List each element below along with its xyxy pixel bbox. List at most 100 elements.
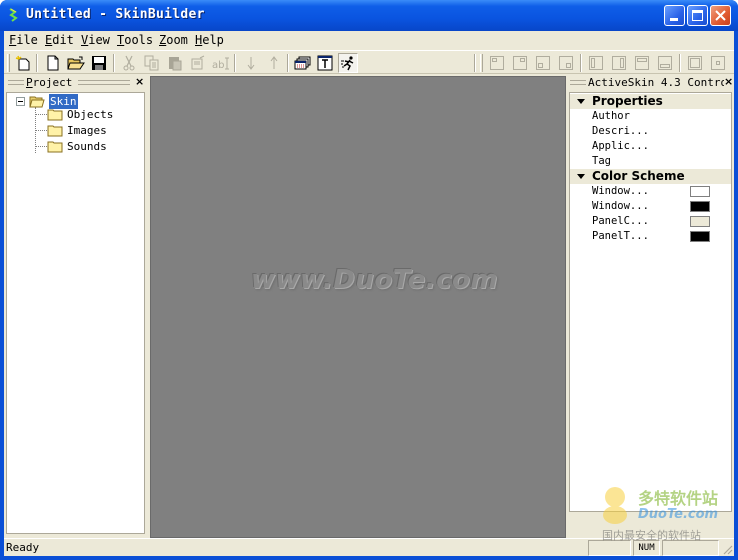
toolbar-separator	[113, 54, 115, 72]
dock-right-icon	[612, 56, 626, 70]
maximize-icon	[692, 10, 703, 21]
cut-button[interactable]	[120, 54, 138, 72]
rename-icon: ab	[212, 57, 229, 71]
property-row[interactable]: Applic...	[592, 139, 649, 154]
toolbar-grip[interactable]	[7, 54, 10, 72]
minimize-button[interactable]	[664, 5, 685, 26]
app-window: Untitled - SkinBuilder File Edit View To…	[0, 0, 738, 560]
title-bar[interactable]: Untitled - SkinBuilder	[0, 0, 738, 31]
rename-button[interactable]: ab	[212, 54, 230, 72]
project-title-rest: roject	[32, 76, 73, 89]
tree-item-images[interactable]: Images	[47, 123, 107, 138]
dock-top-icon	[635, 56, 649, 70]
maximize-button[interactable]	[687, 5, 708, 26]
category-color-scheme[interactable]: Color Scheme	[570, 169, 731, 184]
menu-tools[interactable]: Tools	[117, 33, 153, 48]
align-top-left-button[interactable]	[488, 54, 506, 72]
dock-bottom-button[interactable]	[656, 54, 674, 72]
category-label: Color Scheme	[592, 169, 685, 183]
close-panel-icon[interactable]: ×	[724, 75, 733, 89]
property-row[interactable]: PanelT...	[592, 229, 649, 244]
menu-bar: File Edit View Tools Zoom Help	[4, 31, 734, 50]
color-swatch[interactable]	[690, 201, 710, 212]
color-swatch[interactable]	[690, 216, 710, 227]
menu-view-rest: iew	[88, 33, 110, 47]
folder-icon	[47, 141, 63, 153]
tree-item-sounds[interactable]: Sounds	[47, 139, 107, 154]
new-file-icon	[47, 55, 59, 71]
toolbar-separator	[580, 54, 582, 72]
menu-view[interactable]: View	[81, 33, 110, 48]
menu-help-rest: elp	[202, 33, 224, 47]
new-file-button[interactable]	[44, 54, 62, 72]
new-skin-button[interactable]	[14, 54, 32, 72]
tree-line	[35, 114, 47, 115]
panel-grip[interactable]	[78, 80, 130, 85]
text-button[interactable]	[316, 54, 334, 72]
collapse-toggle[interactable]	[16, 97, 25, 106]
menu-file[interactable]: File	[9, 33, 38, 48]
dock-right-button[interactable]	[610, 54, 628, 72]
toolbar: ab	[4, 50, 734, 74]
watermark-text: www.DuoTe.com	[251, 265, 498, 295]
menu-help[interactable]: Help	[195, 33, 224, 48]
preview-windows-button[interactable]	[294, 54, 312, 72]
category-properties[interactable]: Properties	[570, 94, 731, 109]
move-up-icon	[270, 56, 278, 69]
dock-bottom-icon	[658, 56, 672, 70]
dock-top-button[interactable]	[633, 54, 651, 72]
align-top-left-icon	[490, 56, 504, 70]
resize-grip-icon[interactable]	[721, 543, 733, 555]
run-icon	[341, 56, 354, 71]
color-swatch[interactable]	[690, 186, 710, 197]
property-row[interactable]: Author	[592, 109, 630, 124]
project-panel-header[interactable]: Project ×	[6, 75, 147, 90]
menu-file-rest: ile	[16, 33, 38, 47]
panel-grip[interactable]	[570, 80, 586, 85]
window-title: Untitled - SkinBuilder	[26, 7, 205, 22]
panel-grip[interactable]	[8, 80, 24, 85]
color-swatch[interactable]	[690, 231, 710, 242]
save-button[interactable]	[90, 54, 108, 72]
run-button[interactable]	[338, 53, 358, 73]
design-canvas[interactable]: www.DuoTe.com	[150, 76, 566, 538]
copy-button[interactable]	[143, 54, 161, 72]
tree-item-label: Objects	[67, 108, 114, 121]
align-top-right-button[interactable]	[511, 54, 529, 72]
tree-line	[35, 146, 47, 147]
open-button[interactable]	[67, 54, 85, 72]
close-icon	[715, 10, 726, 21]
dock-fill-button[interactable]	[686, 54, 704, 72]
center-button[interactable]	[709, 54, 727, 72]
property-row[interactable]: Window...	[592, 199, 649, 214]
move-down-button[interactable]	[242, 54, 260, 72]
align-bottom-left-icon	[536, 56, 550, 70]
menu-tools-rest: ools	[124, 33, 154, 47]
paste-button[interactable]	[166, 54, 184, 72]
align-bottom-left-button[interactable]	[534, 54, 552, 72]
toolbar-grip[interactable]	[480, 54, 483, 72]
toolbar-separator	[287, 54, 289, 72]
project-panel-title: Project	[26, 76, 72, 90]
open-folder-icon	[67, 56, 85, 70]
category-label: Properties	[592, 94, 663, 108]
minimize-icon	[670, 18, 678, 21]
center-icon	[711, 56, 725, 70]
menu-edit[interactable]: Edit	[45, 33, 74, 48]
align-bottom-right-button[interactable]	[557, 54, 575, 72]
property-row[interactable]: Tag	[592, 154, 611, 169]
close-panel-icon[interactable]: ×	[135, 75, 144, 89]
property-row[interactable]: Descri...	[592, 124, 649, 139]
status-num-indicator: NUM	[633, 540, 660, 556]
properties-button[interactable]	[189, 54, 207, 72]
close-button[interactable]	[710, 5, 731, 26]
menu-zoom[interactable]: Zoom	[159, 33, 188, 48]
control-panel-header[interactable]: ActiveSkin 4.3 Control ×	[568, 75, 734, 90]
property-row[interactable]: Window...	[592, 184, 649, 199]
property-row[interactable]: PanelC...	[592, 214, 649, 229]
tree-item-objects[interactable]: Objects	[47, 107, 113, 122]
dock-left-button[interactable]	[587, 54, 605, 72]
toolbar-separator	[36, 54, 38, 72]
control-panel: ActiveSkin 4.3 Control × Properties Auth…	[568, 75, 734, 538]
move-up-button[interactable]	[265, 54, 283, 72]
